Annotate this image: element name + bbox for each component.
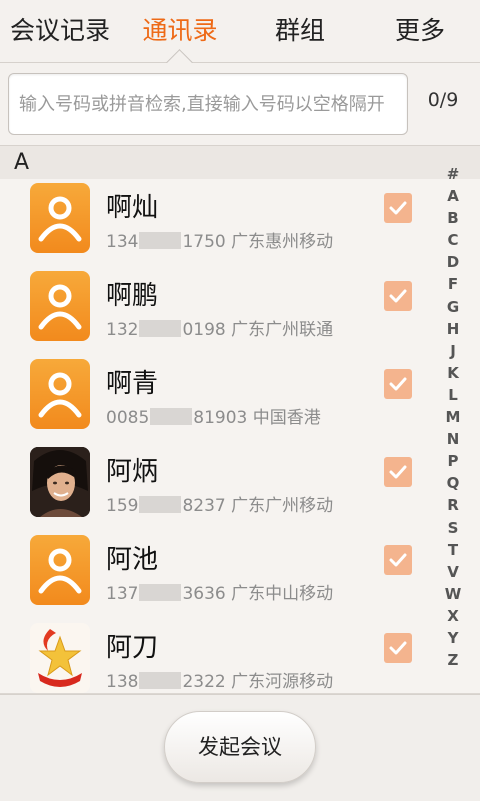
phone-mask bbox=[139, 672, 182, 689]
alpha-index-item[interactable]: V bbox=[440, 561, 466, 583]
tab-meeting-records[interactable]: 会议记录 bbox=[0, 0, 120, 62]
phone-location: 广东广州联通 bbox=[231, 320, 334, 340]
alpha-index-item[interactable]: T bbox=[440, 539, 466, 561]
star-badge-avatar bbox=[30, 623, 90, 693]
phone-mask bbox=[139, 232, 182, 249]
tab-more[interactable]: 更多 bbox=[360, 0, 480, 62]
photo-avatar bbox=[30, 447, 90, 517]
contact-phone: 138 2322 广东河源移动 bbox=[106, 667, 333, 692]
contact-phone: 159 8237 广东广州移动 bbox=[106, 491, 333, 516]
phone-location: 广东河源移动 bbox=[231, 672, 334, 692]
alpha-index-item[interactable]: P bbox=[440, 450, 466, 472]
contact-phone: 132 0198 广东广州联通 bbox=[106, 315, 333, 340]
alpha-index-item[interactable]: F bbox=[440, 273, 466, 295]
alpha-index-item[interactable]: Z bbox=[440, 649, 466, 671]
phone-suffix: 3636 bbox=[182, 584, 226, 604]
alpha-index-item[interactable]: Q bbox=[440, 472, 466, 494]
contact-name: 阿刀 bbox=[106, 633, 159, 663]
default-avatar-icon bbox=[30, 271, 90, 341]
contact-list: 啊灿 134 1750 广东惠州移动 啊鹏 132 0198 广东广州联通 啊青 0… bbox=[0, 179, 480, 694]
contact-phone: 0085 81903 中国香港 bbox=[106, 403, 321, 428]
alpha-index-item[interactable]: N bbox=[440, 428, 466, 450]
alpha-index-item[interactable]: B bbox=[440, 207, 466, 229]
alphabet-index[interactable]: # A B C D F G H J K L M N P Q R S T V W … bbox=[440, 163, 466, 671]
alpha-index-item[interactable]: X bbox=[440, 605, 466, 627]
contact-name: 啊青 bbox=[106, 369, 159, 399]
contact-row[interactable]: 阿炳 159 8237 广东广州移动 bbox=[0, 443, 480, 532]
phone-prefix: 159 bbox=[106, 496, 139, 516]
contact-phone: 137 3636 广东中山移动 bbox=[106, 579, 333, 604]
alpha-index-item[interactable]: L bbox=[440, 384, 466, 406]
phone-suffix: 1750 bbox=[182, 232, 226, 252]
contact-phone: 134 1750 广东惠州移动 bbox=[106, 227, 333, 252]
phone-location: 广东惠州移动 bbox=[231, 232, 334, 252]
section-header: A bbox=[0, 145, 480, 180]
contact-name: 阿炳 bbox=[106, 457, 159, 487]
alpha-index-item[interactable]: G bbox=[440, 296, 466, 318]
phone-location: 广东广州移动 bbox=[231, 496, 334, 516]
alpha-index-item[interactable]: D bbox=[440, 251, 466, 273]
phone-prefix: 137 bbox=[106, 584, 139, 604]
contact-row[interactable]: 啊灿 134 1750 广东惠州移动 bbox=[0, 179, 480, 268]
phone-location: 广东中山移动 bbox=[231, 584, 334, 604]
phone-mask bbox=[139, 320, 182, 337]
checkbox-checked-icon[interactable] bbox=[384, 369, 412, 399]
tab-bar: 会议记录 通讯录 群组 更多 bbox=[0, 0, 480, 76]
phone-suffix: 8237 bbox=[182, 496, 226, 516]
alpha-index-item[interactable]: # bbox=[440, 163, 466, 185]
alpha-index-item[interactable]: R bbox=[440, 494, 466, 516]
contact-row[interactable]: 啊青 0085 81903 中国香港 bbox=[0, 355, 480, 444]
phone-mask bbox=[139, 496, 182, 513]
alpha-index-item[interactable]: Y bbox=[440, 627, 466, 649]
phone-mask bbox=[139, 584, 182, 601]
contact-name: 啊灿 bbox=[106, 193, 159, 223]
phone-location: 中国香港 bbox=[252, 408, 321, 428]
contact-name: 阿池 bbox=[106, 545, 159, 575]
phone-mask bbox=[150, 408, 193, 425]
phone-suffix: 2322 bbox=[182, 672, 226, 692]
search-area: 0/9 bbox=[0, 63, 480, 145]
section-letter: A bbox=[14, 150, 30, 175]
alpha-index-item[interactable]: S bbox=[440, 517, 466, 539]
bottom-bar: 发起会议 bbox=[0, 694, 480, 801]
alpha-index-item[interactable]: M bbox=[440, 406, 466, 428]
tab-groups[interactable]: 群组 bbox=[240, 0, 360, 62]
alpha-index-item[interactable]: A bbox=[440, 185, 466, 207]
checkbox-checked-icon[interactable] bbox=[384, 193, 412, 223]
contact-name: 啊鹏 bbox=[106, 281, 159, 311]
checkbox-checked-icon[interactable] bbox=[384, 633, 412, 663]
checkbox-checked-icon[interactable] bbox=[384, 545, 412, 575]
phone-prefix: 132 bbox=[106, 320, 139, 340]
alpha-index-item[interactable]: H bbox=[440, 318, 466, 340]
contact-row[interactable]: 阿刀 138 2322 广东河源移动 bbox=[0, 619, 480, 694]
start-meeting-button[interactable]: 发起会议 bbox=[164, 711, 316, 783]
phone-prefix: 138 bbox=[106, 672, 139, 692]
default-avatar-icon bbox=[30, 183, 90, 253]
checkbox-checked-icon[interactable] bbox=[384, 457, 412, 487]
default-avatar-icon bbox=[30, 535, 90, 605]
alpha-index-item[interactable]: W bbox=[440, 583, 466, 605]
contact-row[interactable]: 阿池 137 3636 广东中山移动 bbox=[0, 531, 480, 620]
alpha-index-item[interactable]: K bbox=[440, 362, 466, 384]
alpha-index-item[interactable]: J bbox=[440, 340, 466, 362]
phone-suffix: 81903 bbox=[193, 408, 248, 428]
phone-suffix: 0198 bbox=[182, 320, 226, 340]
phone-prefix: 0085 bbox=[106, 408, 150, 428]
alpha-index-item[interactable]: C bbox=[440, 229, 466, 251]
selected-count: 0/9 bbox=[427, 89, 459, 111]
default-avatar-icon bbox=[30, 359, 90, 429]
phone-prefix: 134 bbox=[106, 232, 139, 252]
checkbox-checked-icon[interactable] bbox=[384, 281, 412, 311]
search-input[interactable] bbox=[8, 73, 408, 135]
contact-row[interactable]: 啊鹏 132 0198 广东广州联通 bbox=[0, 267, 480, 356]
